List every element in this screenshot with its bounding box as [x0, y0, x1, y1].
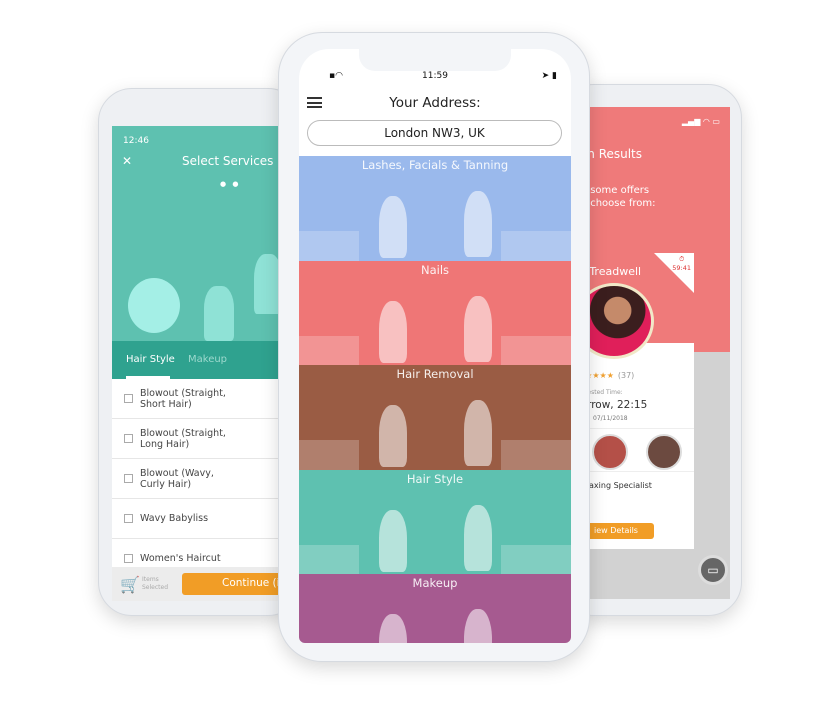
items-selected-label: Items Selected: [142, 576, 169, 591]
service-item[interactable]: Blowout (Straight, Short Hair): [112, 379, 284, 419]
close-icon[interactable]: ✕: [122, 154, 132, 168]
client-illustration: [379, 300, 407, 363]
service-label: Blowout (Wavy, Curly Hair): [140, 467, 214, 490]
checkbox[interactable]: [124, 514, 133, 523]
service-tabs: Hair Style Makeup: [112, 341, 284, 379]
category-label: Hair Style: [406, 471, 464, 486]
city-silhouette: [299, 440, 359, 470]
service-label: Wavy Babyliss: [140, 513, 209, 524]
status-time: 11:59: [422, 71, 448, 81]
footer-bar: 🛒 Items Selected Continue (i: [112, 567, 284, 601]
tab-hair-style[interactable]: Hair Style: [126, 354, 175, 365]
stylist-illustration: [464, 295, 492, 362]
service-label: Women's Haircut: [140, 553, 221, 564]
rating-count: (37): [617, 371, 635, 380]
select-services-screen: 12:46 ✕ Select Services ● ● Hair Style M…: [112, 126, 284, 601]
status-icons: ▂▄▆ ◠ ▭: [681, 117, 720, 126]
city-silhouette: [299, 544, 359, 575]
city-silhouette: [299, 231, 359, 261]
middle-phone: ▪◠ 11:59 ➤ ▮ Your Address: London NW3, U…: [278, 32, 590, 662]
city-silhouette: [501, 231, 571, 261]
tab-makeup[interactable]: Makeup: [188, 354, 227, 365]
service-label: Blowout (Straight, Short Hair): [140, 387, 226, 410]
client-illustration: [204, 286, 234, 341]
client-illustration: [379, 509, 407, 572]
category-hair-removal[interactable]: Hair Removal: [299, 365, 571, 470]
category-nails[interactable]: Nails: [299, 260, 571, 366]
client-illustration: [379, 405, 407, 467]
service-label: Blowout (Straight, Long Hair): [140, 427, 226, 450]
mirror-illustration: [128, 278, 180, 333]
checkbox[interactable]: [124, 394, 133, 403]
status-time: 12:46: [123, 136, 149, 146]
checkbox[interactable]: [124, 474, 133, 483]
continue-button[interactable]: Continue (i: [182, 573, 284, 595]
timer: ⏱ 59:41: [672, 255, 691, 272]
notch: [359, 49, 511, 71]
category-screen: ▪◠ 11:59 ➤ ▮ Your Address: London NW3, U…: [299, 49, 571, 643]
category-lashes-facials-tanning[interactable]: Lashes, Facials & Tanning: [299, 156, 571, 261]
left-phone: 12:46 ✕ Select Services ● ● Hair Style M…: [98, 88, 302, 616]
client-illustration: [379, 196, 407, 258]
client-illustration: [379, 614, 407, 643]
page-title: Your Address:: [389, 95, 481, 111]
category-label: Lashes, Facials & Tanning: [361, 158, 509, 172]
address-input[interactable]: London NW3, UK: [307, 120, 562, 146]
stylist-illustration: [464, 504, 492, 571]
battery-icon: ➤ ▮: [541, 71, 557, 81]
cart-icon: 🛒: [120, 575, 140, 594]
portfolio-thumbnails: [574, 428, 694, 472]
timer-value: 59:41: [672, 264, 691, 272]
suggested-date: 07/11/2018: [593, 415, 628, 422]
category-label: Nails: [420, 262, 450, 277]
service-item[interactable]: Blowout (Wavy, Curly Hair): [112, 459, 284, 499]
service-item[interactable]: Wavy Babyliss: [112, 499, 284, 539]
city-silhouette: [501, 440, 571, 470]
checkbox[interactable]: [124, 554, 133, 563]
city-silhouette: [501, 544, 571, 575]
portfolio-image[interactable]: [646, 434, 682, 470]
chat-icon[interactable]: ▭: [698, 555, 728, 585]
page-indicator: ● ●: [220, 180, 241, 188]
category-label: Makeup: [412, 576, 458, 590]
offer-card[interactable]: ie Treadwell ⏱ 59:41 ★★★★★ (37) uggested T…: [574, 253, 694, 549]
portfolio-image[interactable]: [592, 434, 628, 470]
city-silhouette: [299, 335, 359, 366]
stopwatch-icon: ⏱: [679, 255, 685, 263]
city-silhouette: [501, 335, 571, 366]
service-item[interactable]: Blowout (Straight, Long Hair): [112, 419, 284, 459]
checkbox[interactable]: [124, 434, 133, 443]
category-makeup[interactable]: Makeup: [299, 574, 571, 643]
hero-banner: 12:46 ✕ Select Services ● ●: [112, 126, 284, 341]
search-results-screen: ▂▄▆ ◠ ▭ rch Results re some offers to cho…: [574, 107, 730, 599]
stylist-illustration: [464, 191, 492, 257]
category-hair-style[interactable]: Hair Style: [299, 469, 571, 575]
category-label: Hair Removal: [396, 367, 474, 381]
screen-title: Select Services: [182, 154, 274, 168]
stylist-illustration: [464, 609, 492, 643]
stylist-illustration: [464, 400, 492, 466]
